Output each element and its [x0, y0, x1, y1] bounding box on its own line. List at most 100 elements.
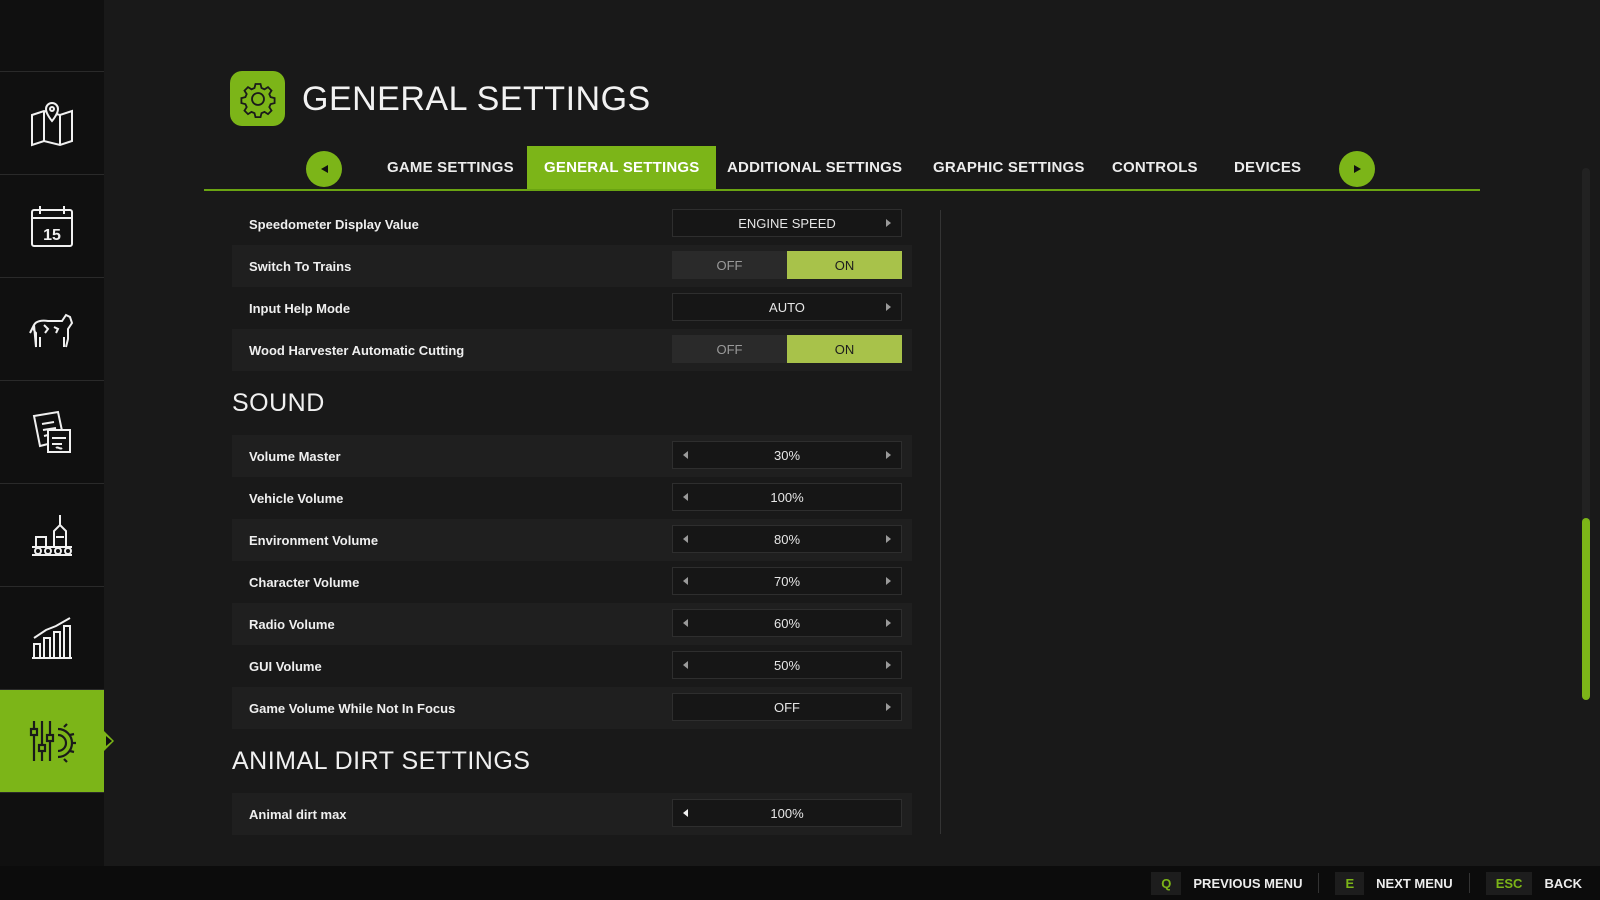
- setting-label: Switch To Trains: [249, 258, 352, 274]
- toggle-on-option[interactable]: ON: [787, 251, 902, 279]
- contracts-icon: [32, 410, 71, 453]
- hint-separator: [1468, 873, 1470, 893]
- animal-dirt-max-stepper[interactable]: 100%: [672, 799, 902, 827]
- gui-volume-stepper[interactable]: 50%: [672, 651, 902, 679]
- hint-previous-menu[interactable]: Q PREVIOUS MENU: [1143, 866, 1327, 900]
- setting-label: Animal dirt max: [249, 806, 347, 822]
- calendar-icon: 15: [31, 206, 73, 247]
- arrow-left-icon[interactable]: [683, 451, 688, 459]
- arrow-right-icon[interactable]: [886, 535, 891, 543]
- stepper-value: 60%: [773, 615, 801, 631]
- next-tab-button[interactable]: [1339, 151, 1375, 187]
- setting-row-vehicle-volume: Vehicle Volume 100%: [232, 477, 912, 519]
- arrow-left-icon[interactable]: [683, 619, 688, 627]
- panel-divider: [940, 210, 941, 834]
- radio-volume-stepper[interactable]: 60%: [672, 609, 902, 637]
- tab-devices[interactable]: DEVICES: [1234, 146, 1301, 189]
- hint-separator: [1318, 873, 1320, 893]
- selector-value: OFF: [774, 699, 800, 715]
- arrow-right-icon[interactable]: [886, 703, 891, 711]
- active-indicator: [106, 736, 112, 746]
- setting-row-volume-master: Volume Master 30%: [232, 435, 912, 477]
- setting-row-switch-trains: Switch To Trains OFF ON: [232, 245, 912, 287]
- arrow-left-icon[interactable]: [683, 535, 688, 543]
- settings-sliders-icon: [29, 721, 76, 763]
- sidebar-item-map[interactable]: [0, 72, 104, 175]
- tab-controls[interactable]: CONTROLS: [1112, 146, 1198, 189]
- section-title-animal-dirt: ANIMAL DIRT SETTINGS: [232, 746, 531, 775]
- arrow-left-icon[interactable]: [683, 577, 688, 585]
- setting-label: Character Volume: [249, 574, 360, 590]
- arrow-right-icon[interactable]: [886, 577, 891, 585]
- tab-additional-settings[interactable]: ADDITIONAL SETTINGS: [727, 146, 902, 189]
- stepper-value: 100%: [770, 489, 804, 505]
- header-gear-badge: [230, 71, 285, 126]
- tab-game-settings[interactable]: GAME SETTINGS: [387, 146, 514, 189]
- stepper-value: 80%: [773, 531, 801, 547]
- key-badge: Q: [1151, 871, 1182, 895]
- arrow-right-icon[interactable]: [886, 451, 891, 459]
- settings-panel: Speedometer Display Value ENGINE SPEED S…: [232, 203, 912, 835]
- stepper-value: 30%: [773, 447, 801, 463]
- arrow-right-icon[interactable]: [886, 219, 891, 227]
- sidebar-item-statistics[interactable]: [0, 587, 104, 690]
- sidebar-item-production[interactable]: [0, 484, 104, 587]
- stepper-value: 100%: [770, 805, 804, 821]
- cow-icon: [29, 313, 74, 348]
- tab-general-settings[interactable]: GENERAL SETTINGS: [527, 146, 717, 189]
- tab-bar: GAME SETTINGS GENERAL SETTINGS ADDITIONA…: [204, 146, 1480, 191]
- setting-row-speedometer: Speedometer Display Value ENGINE SPEED: [232, 203, 912, 245]
- setting-label: Wood Harvester Automatic Cutting: [249, 342, 465, 358]
- scrollbar-thumb[interactable]: [1582, 518, 1590, 700]
- setting-row-environment-volume: Environment Volume 80%: [232, 519, 912, 561]
- selector-value: ENGINE SPEED: [738, 215, 836, 231]
- setting-row-input-help: Input Help Mode AUTO: [232, 287, 912, 329]
- environment-volume-stepper[interactable]: 80%: [672, 525, 902, 553]
- setting-row-wood-harvester: Wood Harvester Automatic Cutting OFF ON: [232, 329, 912, 371]
- character-volume-stepper[interactable]: 70%: [672, 567, 902, 595]
- wood-harvester-toggle[interactable]: OFF ON: [672, 335, 902, 363]
- section-title-sound: SOUND: [232, 388, 325, 417]
- setting-row-character-volume: Character Volume 70%: [232, 561, 912, 603]
- arrow-left-icon[interactable]: [683, 809, 688, 817]
- volume-master-stepper[interactable]: 30%: [672, 441, 902, 469]
- setting-label: Radio Volume: [249, 616, 335, 632]
- sidebar-header: [0, 0, 104, 72]
- setting-row-gui-volume: GUI Volume 50%: [232, 645, 912, 687]
- sidebar-item-calendar[interactable]: 15: [0, 175, 104, 278]
- setting-row-unfocused-volume: Game Volume While Not In Focus OFF: [232, 687, 912, 729]
- vehicle-volume-stepper[interactable]: 100%: [672, 483, 902, 511]
- selector-value: AUTO: [769, 299, 805, 315]
- footer-hints: Q PREVIOUS MENU E NEXT MENU ESC BACK: [0, 866, 1600, 900]
- arrow-right-icon[interactable]: [886, 303, 891, 311]
- speedometer-selector[interactable]: ENGINE SPEED: [672, 209, 902, 237]
- setting-label: Speedometer Display Value: [249, 216, 419, 232]
- production-icon: [32, 515, 72, 556]
- input-help-selector[interactable]: AUTO: [672, 293, 902, 321]
- switch-trains-toggle[interactable]: OFF ON: [672, 251, 902, 279]
- hint-label: PREVIOUS MENU: [1193, 875, 1303, 891]
- setting-label: Game Volume While Not In Focus: [249, 700, 456, 716]
- sidebar-item-contracts[interactable]: [0, 381, 104, 484]
- toggle-off-option[interactable]: OFF: [672, 335, 787, 363]
- hint-next-menu[interactable]: E NEXT MENU: [1327, 866, 1477, 900]
- previous-tab-button[interactable]: [306, 151, 342, 187]
- setting-label: Input Help Mode: [249, 300, 351, 316]
- arrow-right-icon[interactable]: [886, 619, 891, 627]
- tab-graphic-settings[interactable]: GRAPHIC SETTINGS: [933, 146, 1085, 189]
- arrow-right-icon: [1353, 165, 1361, 173]
- arrow-left-icon[interactable]: [683, 493, 688, 501]
- unfocused-volume-selector[interactable]: OFF: [672, 693, 902, 721]
- sidebar-item-animals[interactable]: [0, 278, 104, 381]
- key-badge: ESC: [1485, 871, 1533, 895]
- toggle-on-option[interactable]: ON: [787, 335, 902, 363]
- arrow-left-icon[interactable]: [683, 661, 688, 669]
- toggle-off-option[interactable]: OFF: [672, 251, 787, 279]
- hint-label: BACK: [1544, 875, 1582, 891]
- setting-label: Vehicle Volume: [249, 490, 344, 506]
- hint-back[interactable]: ESC BACK: [1478, 866, 1590, 900]
- arrow-left-icon: [320, 165, 328, 173]
- arrow-right-icon[interactable]: [886, 661, 891, 669]
- gear-icon: [240, 82, 275, 118]
- sidebar-item-settings[interactable]: [0, 690, 112, 793]
